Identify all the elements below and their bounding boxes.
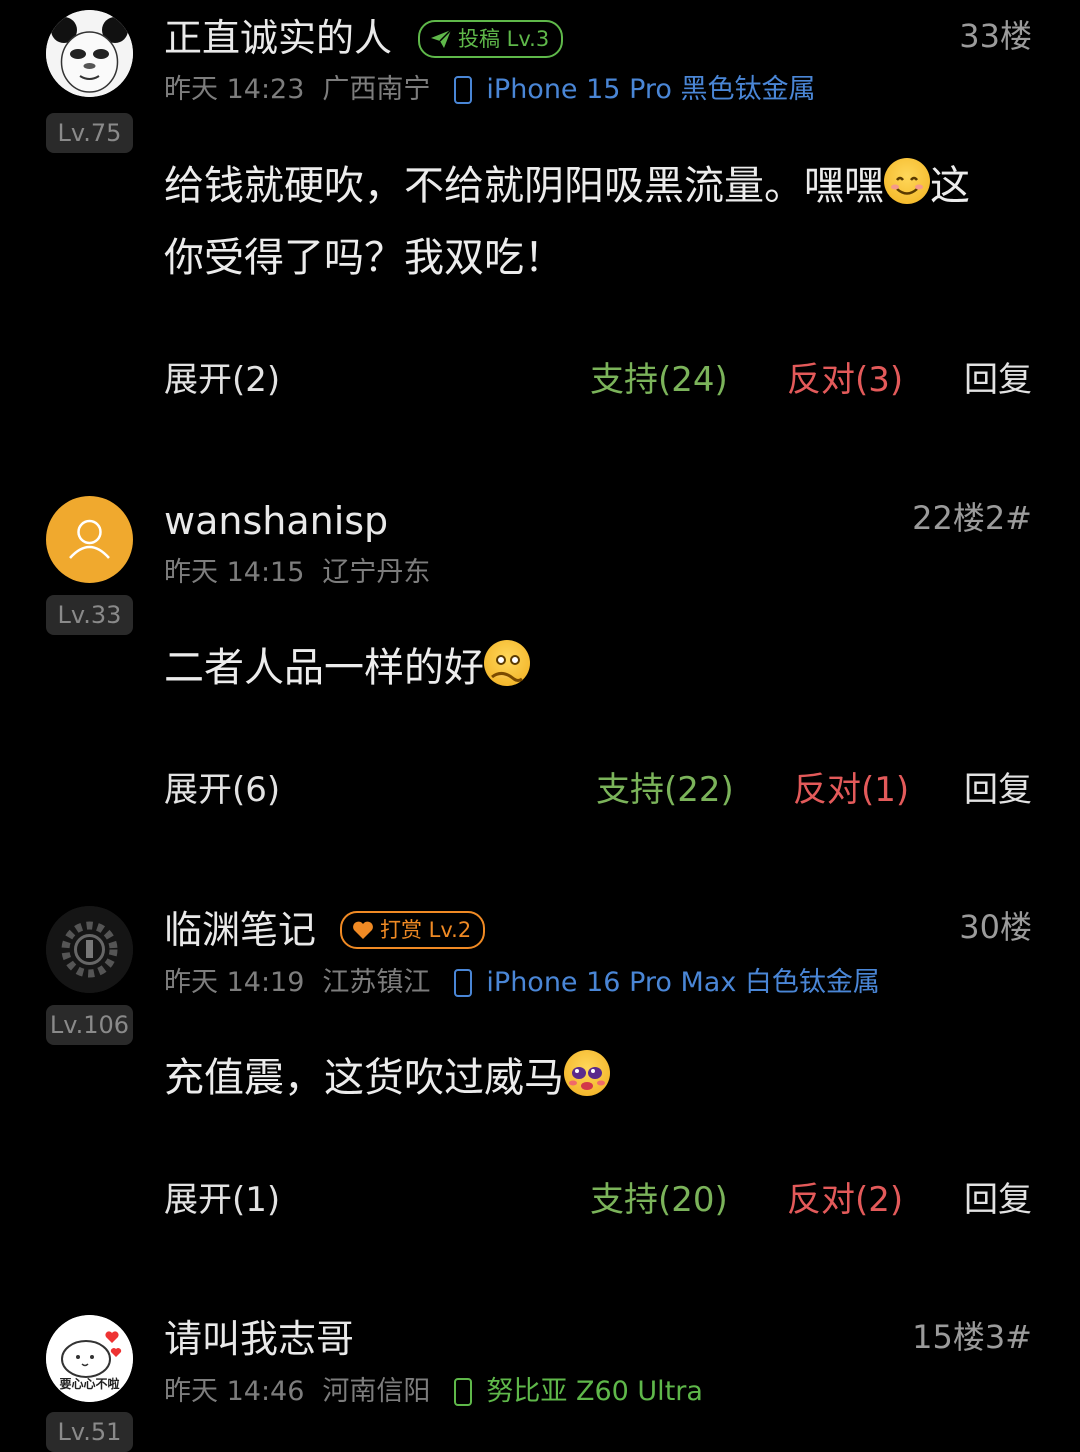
oppose-button[interactable]: 反对(3) [787, 358, 903, 402]
reply-button[interactable]: 回复 [964, 358, 1032, 402]
post-time: 昨天 14:46 [164, 1376, 305, 1407]
reply-button[interactable]: 回复 [964, 768, 1032, 812]
post-time: 昨天 14:23 [164, 74, 305, 105]
post-location: 广西南宁 [322, 74, 431, 105]
floor-number: 33楼 [959, 17, 1032, 55]
post-location: 辽宁丹东 [322, 557, 431, 588]
user-level-badge: Lv.51 [46, 1412, 133, 1452]
floor-number: 22楼2# [912, 499, 1032, 537]
smile-emoji-icon [884, 158, 930, 204]
support-button[interactable]: 支持(24) [590, 358, 728, 402]
contributor-badge[interactable]: 投稿 Lv.3 [418, 20, 564, 58]
comment-actions: 展开(2) 支持(24) 反对(3) 回复 [0, 358, 1080, 402]
comment-meta: 昨天 14:23 广西南宁 iPhone 15 Pro 黑色钛金属 [164, 72, 815, 108]
device-name: iPhone 16 Pro Max 白色钛金属 [486, 967, 880, 998]
device-name: iPhone 15 Pro 黑色钛金属 [486, 74, 816, 105]
oppose-button[interactable]: 反对(1) [793, 768, 909, 812]
covering-mouth-emoji-icon [484, 640, 530, 686]
phone-icon [454, 969, 473, 997]
username[interactable]: 临渊笔记 [164, 907, 316, 953]
user-avatar[interactable] [46, 906, 133, 993]
default-user-icon [69, 519, 110, 559]
username[interactable]: 请叫我志哥 [164, 1316, 354, 1362]
user-avatar[interactable] [46, 10, 133, 97]
badge-label: 打赏 Lv.2 [380, 918, 472, 942]
phone-icon [454, 76, 473, 104]
comment-body[interactable]: 给钱就硬吹，不给就阴阳吸黑流量。嘿嘿这 你受得了吗？我双吃！ [164, 150, 1044, 294]
comment-meta: 昨天 14:19 江苏镇江 iPhone 16 Pro Max 白色钛金属 [164, 965, 880, 1001]
paper-plane-icon [431, 29, 452, 48]
expand-replies-button[interactable]: 展开(2) [164, 358, 280, 402]
comment-meta: 昨天 14:15 辽宁丹东 [164, 555, 430, 591]
expand-replies-button[interactable]: 展开(6) [164, 768, 280, 812]
user-avatar[interactable]: 要心心不啦 [46, 1315, 133, 1402]
support-button[interactable]: 支持(20) [590, 1178, 728, 1222]
reply-button[interactable]: 回复 [964, 1178, 1032, 1222]
floor-number: 15楼3# [912, 1318, 1032, 1356]
comment-body[interactable]: 充值震，这货吹过威马 [164, 1042, 1044, 1114]
post-time: 昨天 14:15 [164, 557, 305, 588]
username[interactable]: 正直诚实的人 [164, 15, 392, 61]
device-name: 努比亚 Z60 Ultra [486, 1376, 703, 1407]
user-level-badge: Lv.33 [46, 595, 133, 635]
oppose-button[interactable]: 反对(2) [787, 1178, 903, 1222]
user-level-badge: Lv.75 [46, 113, 133, 153]
badge-label: 投稿 Lv.3 [458, 27, 550, 51]
panda-meme-icon [46, 10, 133, 97]
heart-icon [353, 921, 373, 939]
comment-body[interactable]: 二者人品一样的好 [164, 632, 1044, 704]
user-level-badge: Lv.106 [46, 1005, 133, 1045]
post-location: 江苏镇江 [322, 967, 431, 998]
gear-icon [46, 906, 133, 993]
post-time: 昨天 14:19 [164, 967, 305, 998]
avatar-caption: 要心心不啦 [59, 1377, 120, 1391]
post-location: 河南信阳 [322, 1376, 431, 1407]
expand-replies-button[interactable]: 展开(1) [164, 1178, 280, 1222]
username[interactable]: wanshanisp [164, 498, 388, 544]
user-avatar[interactable] [46, 496, 133, 583]
floor-number: 30楼 [959, 908, 1032, 946]
support-button[interactable]: 支持(22) [596, 768, 734, 812]
blushing-emoji-icon [564, 1050, 610, 1096]
comment-actions: 展开(1) 支持(20) 反对(2) 回复 [0, 1178, 1080, 1222]
comment-meta: 昨天 14:46 河南信阳 努比亚 Z60 Ultra [164, 1374, 703, 1410]
tip-badge[interactable]: 打赏 Lv.2 [340, 911, 486, 949]
comment-actions: 展开(6) 支持(22) 反对(1) 回复 [0, 768, 1080, 812]
phone-icon [454, 1378, 473, 1406]
